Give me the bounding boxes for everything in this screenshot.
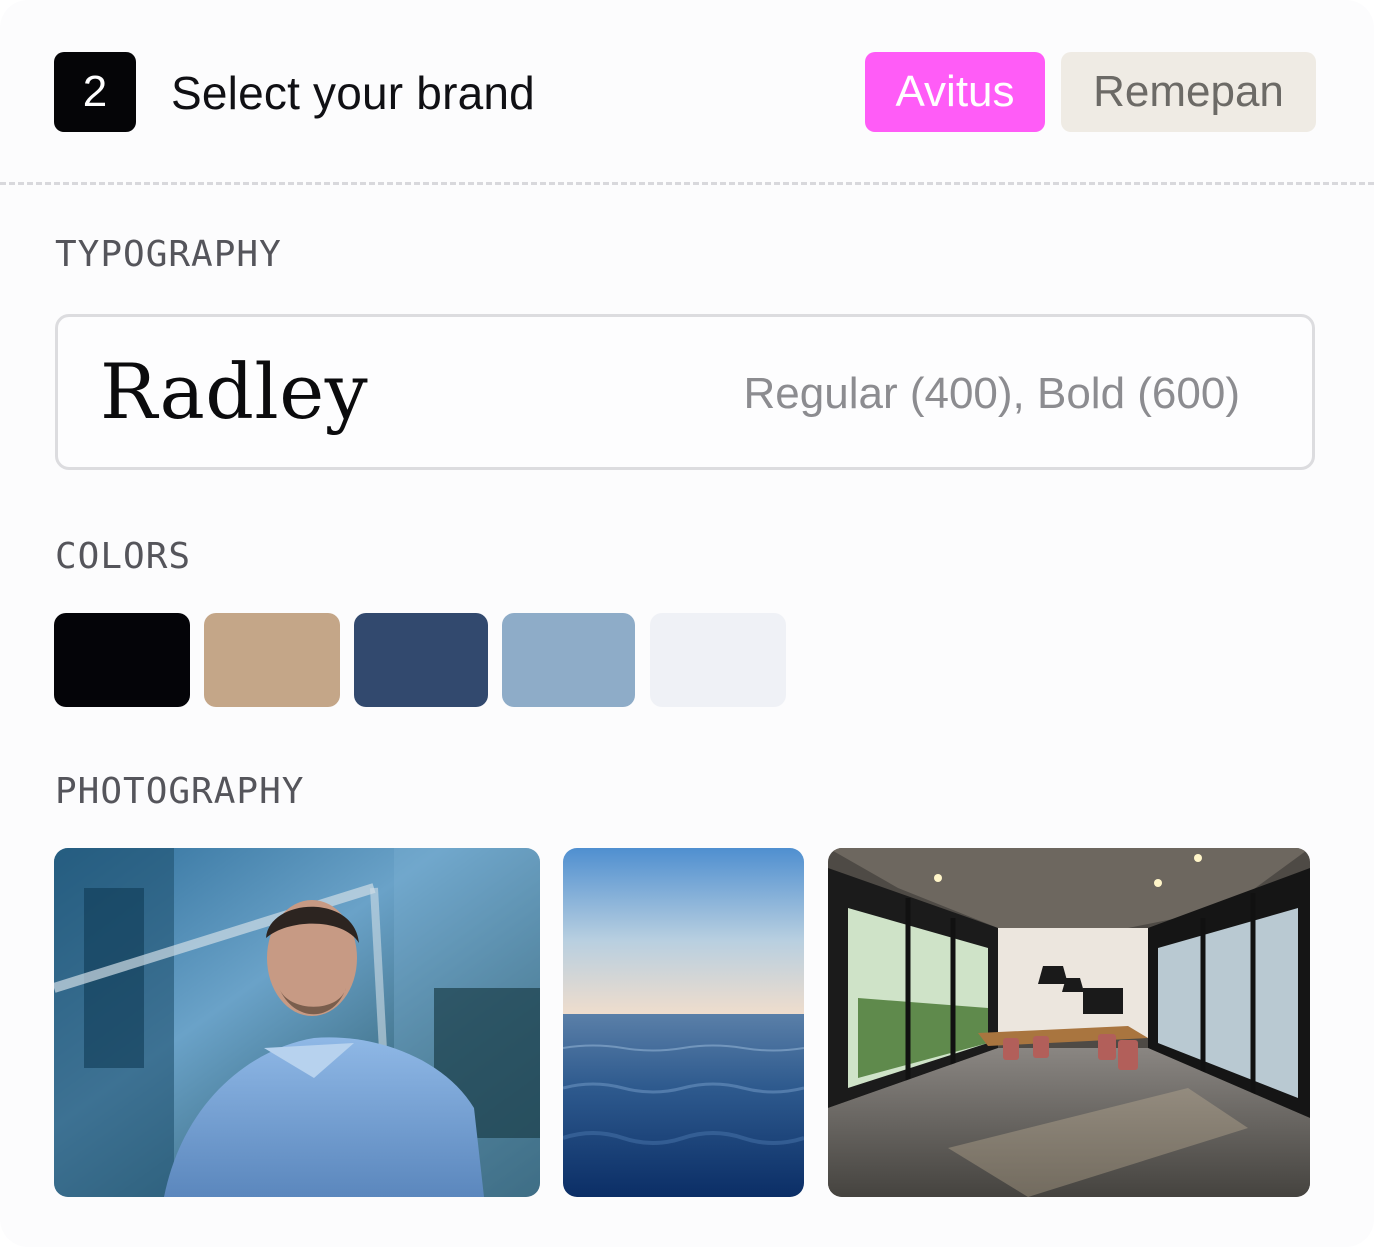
font-preview-box: Radley Regular (400), Bold (600) <box>55 314 1315 470</box>
color-swatch-tan <box>204 613 340 707</box>
color-swatch-off-white <box>650 613 786 707</box>
sea-horizon-photo <box>563 848 804 1197</box>
color-swatch-navy <box>354 613 488 707</box>
dashed-divider <box>0 182 1374 185</box>
office-meeting-room-photo <box>828 848 1310 1197</box>
step-number: 2 <box>82 67 108 116</box>
man-in-blue-shirt-photo <box>54 848 540 1197</box>
color-swatch-black <box>54 613 190 707</box>
color-swatch-light-blue <box>502 613 635 707</box>
photography-section-label: PHOTOGRAPHY <box>55 771 305 812</box>
font-name: Radley <box>100 347 369 436</box>
brand-selection-card: 2 Select your brand Avitus Remepan TYPOG… <box>0 0 1374 1247</box>
brand-button-remepan[interactable]: Remepan <box>1061 52 1316 132</box>
colors-section-label: COLORS <box>55 536 192 577</box>
brand-button-avitus[interactable]: Avitus <box>865 52 1045 132</box>
font-weights: Regular (400), Bold (600) <box>743 369 1240 418</box>
step-number-badge: 2 <box>54 52 136 132</box>
step-title: Select your brand <box>171 67 535 119</box>
typography-section-label: TYPOGRAPHY <box>55 234 282 275</box>
